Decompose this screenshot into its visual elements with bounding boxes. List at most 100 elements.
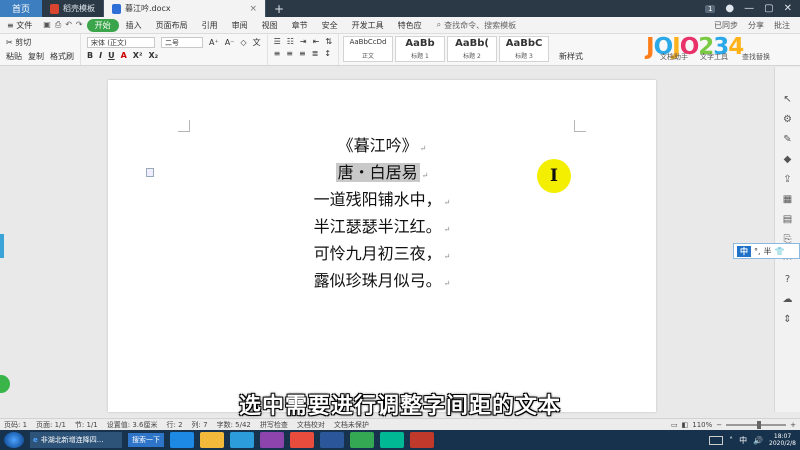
menu-start[interactable]: 开始: [86, 18, 119, 32]
poem-body[interactable]: 《暮江吟》 ↵ 唐・白居易 ↵ 一道残阳铺水中， ↵ 半江瑟瑟半江红。 ↵ 可怜九月初三…: [108, 134, 656, 296]
bullet-list-icon[interactable]: ☰: [274, 37, 281, 46]
pinyin-icon[interactable]: 文: [253, 37, 261, 48]
line-spacing-icon[interactable]: ↕: [324, 49, 331, 58]
menu-section[interactable]: 章节: [285, 20, 315, 31]
zoom-slider-knob[interactable]: [756, 420, 761, 429]
sort-icon[interactable]: ⇅: [325, 37, 332, 46]
underline-button[interactable]: U: [108, 51, 115, 60]
zoom-out-button[interactable]: −: [716, 421, 722, 429]
cloud-app-icon[interactable]: [260, 432, 284, 448]
user-avatar-icon[interactable]: ●: [725, 3, 734, 14]
brush-icon[interactable]: ✎: [783, 134, 791, 145]
doc-assistant-button[interactable]: 文档助手: [660, 52, 688, 62]
number-list-icon[interactable]: ☷: [287, 37, 294, 46]
iqiyi-icon[interactable]: [380, 432, 404, 448]
save-icon[interactable]: ▣: [43, 20, 51, 30]
share-button[interactable]: 分享: [748, 20, 764, 31]
notification-badge[interactable]: 1: [704, 4, 716, 13]
tray-arrow-icon[interactable]: ˄: [729, 436, 733, 445]
store-icon[interactable]: [230, 432, 254, 448]
help-icon[interactable]: ?: [785, 274, 790, 285]
status-words[interactable]: 字数: 5/42: [217, 420, 251, 430]
spellcheck-button[interactable]: 拼写检查: [260, 420, 288, 430]
menu-review[interactable]: 审阅: [225, 20, 255, 31]
format-painter-button[interactable]: 格式刷: [50, 51, 74, 62]
minimize-icon[interactable]: —: [744, 3, 754, 14]
app-icon[interactable]: [290, 432, 314, 448]
file-menu[interactable]: ≡ 文件: [0, 20, 39, 31]
shape-icon[interactable]: ◆: [784, 154, 792, 165]
menu-security[interactable]: 安全: [315, 20, 345, 31]
expand-icon[interactable]: ⇕: [783, 314, 791, 325]
keyboard-icon[interactable]: [709, 435, 724, 445]
justify-icon[interactable]: ≣: [312, 49, 319, 58]
zoom-slider[interactable]: [726, 420, 787, 429]
new-style-button[interactable]: 新样式: [559, 51, 583, 62]
command-search[interactable]: ⌕ 查找命令、搜索模板: [437, 20, 516, 31]
ime-skin-icon[interactable]: 👕: [775, 247, 785, 256]
start-button[interactable]: [4, 432, 24, 448]
ime-punct[interactable]: °,: [754, 247, 761, 256]
view-mode-icon[interactable]: ▭: [671, 421, 678, 429]
paste-button[interactable]: 粘贴: [6, 51, 22, 62]
grow-font-icon[interactable]: A⁺: [209, 38, 219, 47]
zoom-level[interactable]: 110%: [692, 421, 712, 429]
subscript-button[interactable]: X₂: [148, 51, 158, 60]
document-page[interactable]: 《暮江吟》 ↵ 唐・白居易 ↵ 一道残阳铺水中， ↵ 半江瑟瑟半江红。 ↵ 可怜九月初三…: [108, 80, 656, 412]
doc-check-button[interactable]: 文档校对: [297, 420, 325, 430]
ime-floating-bar[interactable]: 中 °, 半 👕: [733, 243, 800, 259]
home-tab[interactable]: 首页: [0, 0, 42, 17]
italic-button[interactable]: I: [99, 51, 102, 60]
table-icon[interactable]: ▤: [783, 214, 792, 225]
outdent-icon[interactable]: ⇤: [313, 37, 320, 46]
ime-halfwidth[interactable]: 半: [764, 246, 772, 257]
ime-mode[interactable]: 中: [737, 245, 751, 257]
style-heading-2[interactable]: AaBb( 标题 2: [447, 36, 498, 62]
find-replace-button[interactable]: 查找替换: [742, 52, 770, 62]
undo-icon[interactable]: ↶: [65, 20, 72, 30]
bold-button[interactable]: B: [87, 51, 93, 60]
redo-icon[interactable]: ↷: [76, 20, 83, 30]
font-name-select[interactable]: 宋体 (正文): [87, 37, 155, 48]
maximize-icon[interactable]: ▢: [764, 3, 773, 14]
close-tab-icon[interactable]: ×: [249, 4, 257, 14]
align-left-icon[interactable]: ≡: [274, 49, 281, 58]
volume-icon[interactable]: 🔊: [753, 436, 763, 445]
menu-insert[interactable]: 插入: [119, 20, 149, 31]
menu-developer[interactable]: 开发工具: [345, 20, 391, 31]
font-size-select[interactable]: 二号: [161, 37, 203, 48]
menu-references[interactable]: 引用: [195, 20, 225, 31]
system-clock[interactable]: 18:07 2020/2/8: [769, 433, 796, 447]
cloud-icon[interactable]: ☁: [783, 294, 793, 305]
recorder-icon[interactable]: [410, 432, 434, 448]
comment-button[interactable]: 批注: [774, 20, 790, 31]
taskbar-ie-window[interactable]: e 非湖北新增连降四...: [30, 432, 122, 448]
tab-document[interactable]: 暮江吟.docx ×: [104, 0, 266, 17]
sync-button[interactable]: 已同步: [714, 20, 738, 31]
protect-status[interactable]: 文档未保护: [334, 420, 369, 430]
zoom-in-button[interactable]: +: [790, 421, 796, 429]
font-color-button[interactable]: A: [121, 51, 127, 60]
text-tools-button[interactable]: 文字工具: [700, 52, 728, 62]
align-right-icon[interactable]: ≡: [299, 49, 306, 58]
ie-pinned-icon[interactable]: [170, 432, 194, 448]
new-tab-button[interactable]: +: [266, 0, 292, 17]
style-normal[interactable]: AaBbCcDd 正文: [343, 36, 394, 62]
settings-icon[interactable]: ⚙: [783, 114, 792, 125]
align-center-icon[interactable]: ≡: [286, 49, 293, 58]
clear-format-icon[interactable]: ◇: [240, 38, 246, 47]
close-window-icon[interactable]: ✕: [784, 3, 792, 14]
tab-docer-templates[interactable]: 稻壳模板: [42, 0, 104, 17]
superscript-button[interactable]: X²: [133, 51, 143, 60]
taskbar-search-button[interactable]: 搜索一下: [128, 433, 164, 447]
menu-layout[interactable]: 页面布局: [149, 20, 195, 31]
web-view-icon[interactable]: ◧: [682, 421, 689, 429]
cut-button[interactable]: ✂ 剪切: [6, 37, 31, 48]
paragraph-handle-icon[interactable]: [146, 168, 154, 177]
style-heading-3[interactable]: AaBbC 标题 3: [499, 36, 550, 62]
chrome-icon[interactable]: [350, 432, 374, 448]
style-heading-1[interactable]: AaBb 标题 1: [395, 36, 446, 62]
print-icon[interactable]: ⎙: [55, 20, 61, 30]
menu-view[interactable]: 视图: [255, 20, 285, 31]
copy-button[interactable]: 复制: [28, 51, 44, 62]
